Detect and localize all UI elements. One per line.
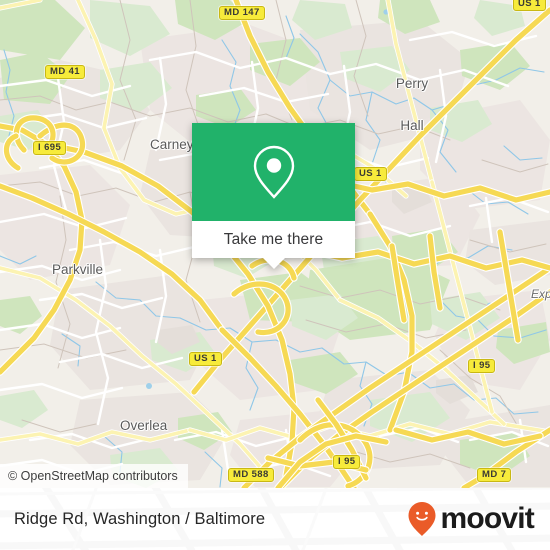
osm-attribution-text: © OpenStreetMap contributors — [8, 469, 178, 483]
route-shield-i695: I 695 — [33, 141, 67, 156]
moovit-smiling-pin-icon — [408, 502, 436, 536]
route-shield-md588: MD 588 — [228, 468, 274, 483]
route-shield-md41: MD 41 — [45, 65, 85, 80]
location-title: Ridge Rd, Washington / Baltimore — [14, 509, 266, 528]
route-shield-us1: US 1 — [513, 0, 546, 12]
popup-action-row[interactable]: Take me there — [192, 221, 355, 269]
footer-bar: Ridge Rd, Washington / Baltimore moovit — [0, 488, 550, 550]
moovit-brand[interactable]: moovit — [407, 501, 535, 537]
osm-attribution[interactable]: © OpenStreetMap contributors — [0, 464, 188, 488]
route-shield-i95: I 95 — [333, 455, 361, 470]
route-shield-md147: MD 147 — [219, 6, 265, 21]
map-screenshot: .mj { fill:none; stroke:#f6d954; stroke-… — [0, 0, 550, 550]
route-shield-us1: US 1 — [354, 167, 387, 182]
route-shield-i95: I 95 — [468, 359, 496, 374]
popup-header — [192, 123, 355, 221]
route-shield-us1: US 1 — [189, 352, 222, 367]
route-shield-md7: MD 7 — [477, 468, 512, 483]
moovit-wordmark: moovit — [440, 502, 534, 535]
destination-popup-card[interactable]: Take me there — [192, 123, 355, 269]
map-canvas[interactable]: .mj { fill:none; stroke:#f6d954; stroke-… — [0, 0, 550, 488]
location-pin-icon — [253, 145, 294, 199]
take-me-there-label: Take me there — [223, 230, 324, 248]
popup-pointer-tail — [262, 258, 285, 269]
